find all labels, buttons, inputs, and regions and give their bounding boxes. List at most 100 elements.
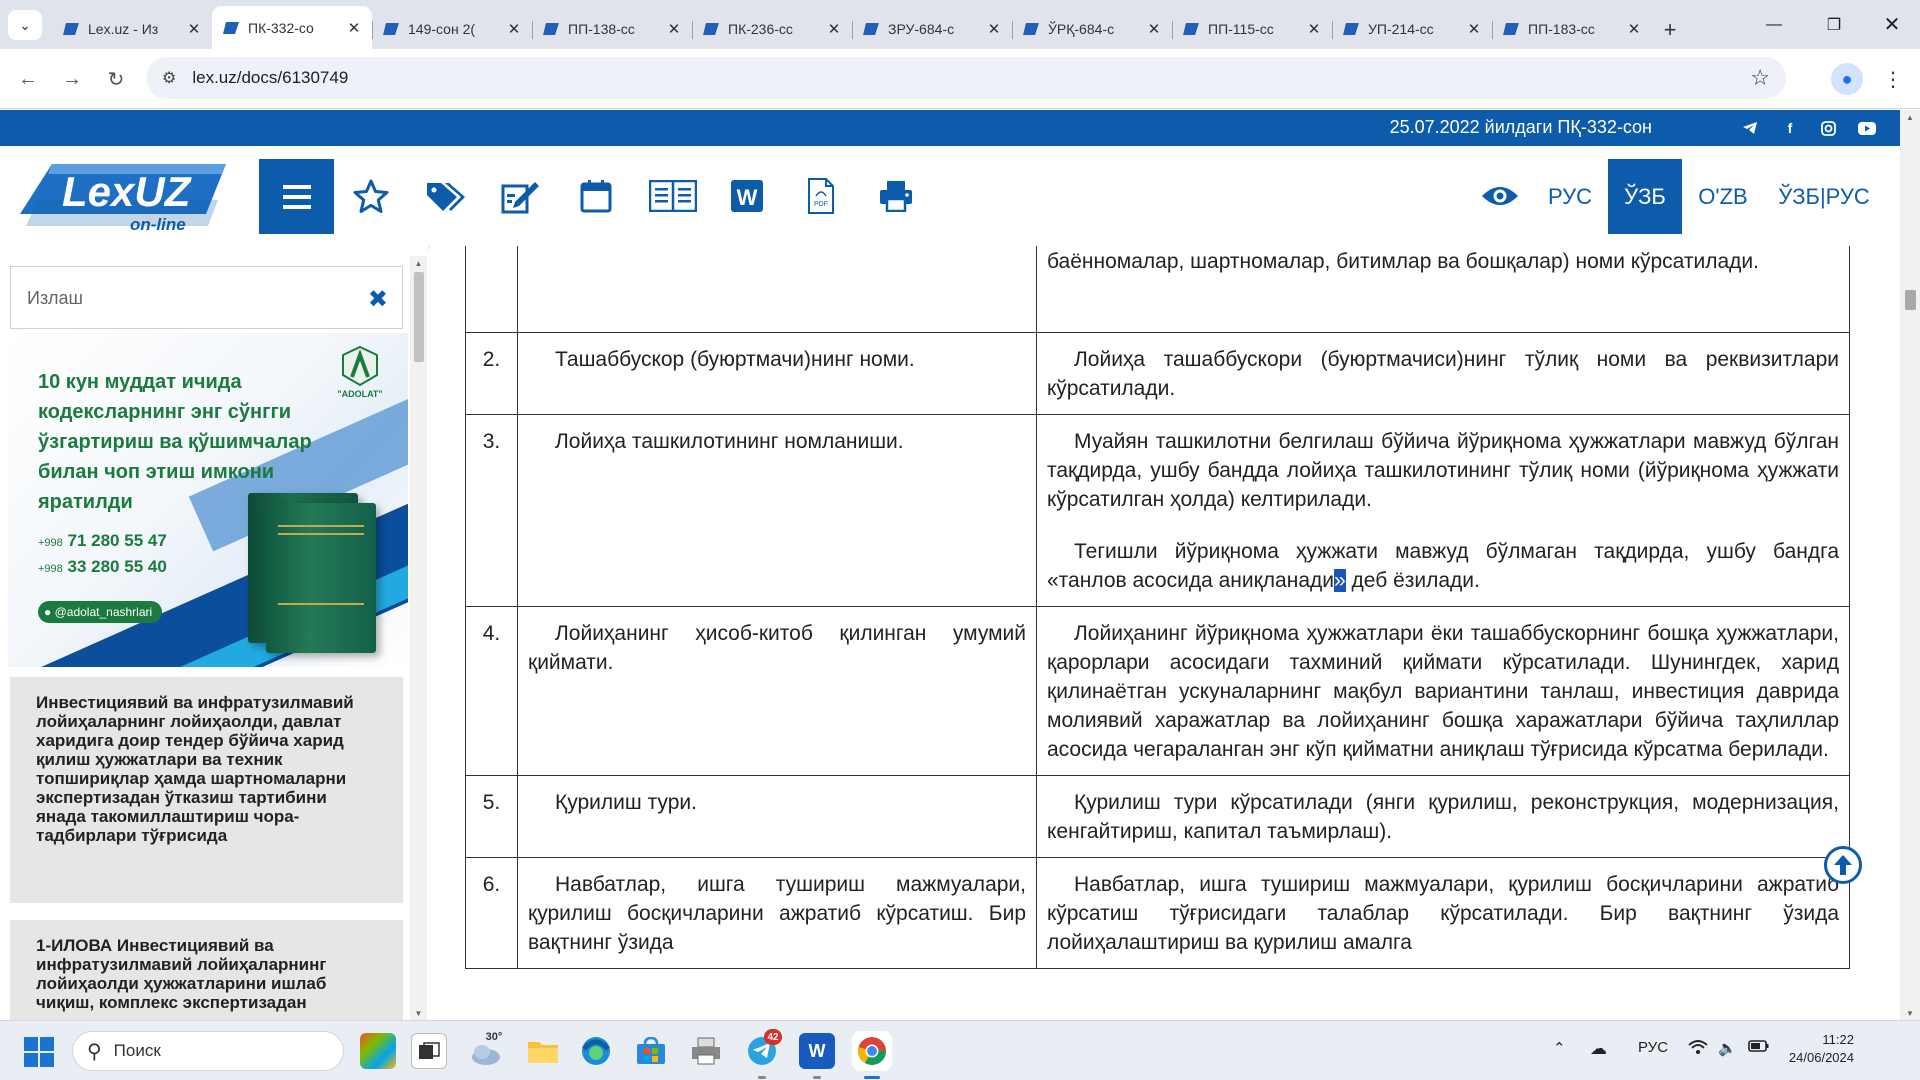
close-window-icon[interactable]: ✕ [1862,0,1920,49]
related-document-item[interactable]: Инвестициявий ва инфратузилмавий лойиҳал… [10,677,403,903]
new-tab-icon[interactable]: + [1652,12,1688,48]
weather-widget[interactable]: 30° [468,1031,504,1069]
print-icon[interactable] [873,173,919,219]
close-tab-icon[interactable]: ✕ [986,20,1002,38]
promo-banner[interactable]: 10 кун муддат ичида кодексларнинг энг сў… [8,333,408,667]
tab-title: ЎРҚ-684-с [1048,21,1115,37]
accessibility-eye-icon[interactable] [1478,173,1522,219]
related-document-item[interactable]: 1-ИЛОВА Инвестициявий ва инфратузилмавий… [10,920,403,1020]
minimize-icon[interactable]: — [1744,0,1804,49]
browser-tab[interactable]: ЎРҚ-684-с ✕ [1012,9,1172,49]
facebook-icon[interactable]: f [1780,118,1800,138]
page-scroll-down-icon[interactable]: ▼ [1900,1006,1920,1020]
page-scroll-up-icon[interactable]: ▲ [1900,110,1920,124]
compare-versions-icon[interactable] [648,173,698,219]
copilot-app-icon[interactable] [360,1033,396,1069]
language-option[interactable]: O'ZB [1682,159,1764,234]
browser-tab[interactable]: ПП-183-сс ✕ [1492,9,1652,49]
bookmark-star-icon[interactable]: ☆ [1750,65,1770,91]
clear-search-icon[interactable]: ✖ [368,285,388,314]
calendar-icon[interactable] [573,173,619,219]
chrome-app-icon[interactable] [852,1031,892,1071]
row-description: Қурилиш тури кўрсатилади (янги қурилиш, … [1036,774,1850,858]
close-tab-icon[interactable]: ✕ [826,20,842,38]
tab-title: ЗРУ-684-с [888,21,955,37]
row-item: Лойиҳа ташкилотининг номланиши. [517,413,1037,607]
youtube-icon[interactable] [1857,118,1877,138]
browser-tab[interactable]: ПП-115-сс ✕ [1172,9,1332,49]
tab-search-dropdown-icon[interactable]: ⌄ [8,10,42,40]
document-content: асос. ҳужжатларнинг (Ўзбекистон Республик… [430,246,1900,1020]
close-tab-icon[interactable]: ✕ [1466,20,1482,38]
back-icon[interactable]: ← [12,63,44,95]
document-reference: 25.07.2022 йилдаги ПҚ-332-сон [1389,117,1652,137]
language-option[interactable]: ЎЗБ [1608,159,1682,234]
reload-icon[interactable]: ↻ [100,63,132,95]
address-bar[interactable]: ⚙ lex.uz/docs/6130749 ☆ [146,57,1786,99]
taskbar-search[interactable]: ⚲ Поиск [72,1031,344,1071]
site-settings-icon[interactable]: ⚙ [162,68,176,88]
store-icon[interactable] [633,1033,669,1069]
file-explorer-icon[interactable] [525,1033,561,1069]
close-tab-icon[interactable]: ✕ [346,19,362,37]
telegram-icon[interactable] [1740,118,1760,138]
word-export-icon[interactable]: W [724,173,770,219]
word-app-icon[interactable]: W [799,1033,835,1069]
scroll-up-arrow-icon[interactable]: ▲ [410,256,427,270]
windows-start-icon[interactable] [24,1037,54,1067]
close-tab-icon[interactable]: ✕ [1146,20,1162,38]
page-scrollbar[interactable]: ▲ ▼ [1900,110,1920,1020]
input-language[interactable]: РУС [1638,1039,1668,1056]
language-option[interactable]: ЎЗБ|РУС [1770,159,1878,234]
scroll-down-arrow-icon[interactable]: ▼ [410,1006,427,1020]
profile-avatar-icon[interactable]: ● [1831,63,1863,95]
close-tab-icon[interactable]: ✕ [1306,20,1322,38]
battery-icon[interactable] [1748,1039,1770,1057]
instagram-icon[interactable] [1818,118,1838,138]
close-tab-icon[interactable]: ✕ [186,20,202,38]
page-scroll-thumb[interactable] [1905,290,1916,310]
browser-tab[interactable]: Lex.uz - Из ✕ [52,9,212,49]
restore-icon[interactable]: ❐ [1804,0,1864,49]
requirements-table: асос. ҳужжатларнинг (Ўзбекистон Республик… [465,246,1850,969]
sidebar-scroll-thumb[interactable] [414,272,424,362]
pdf-export-icon[interactable]: PDF [798,173,844,219]
browser-tab[interactable]: ПК-236-сс ✕ [692,9,852,49]
printer-app-icon[interactable] [688,1033,724,1069]
table-row: 4. Лойиҳанинг ҳисоб-китоб қилинган умумий… [465,605,1850,776]
sidebar-scrollbar[interactable]: ▲ ▼ [410,256,427,1020]
lexuz-logo[interactable]: LexUZ on-line [18,162,230,234]
edge-icon[interactable] [578,1033,614,1069]
telegram-app-icon[interactable]: 42 [744,1029,782,1069]
language-option[interactable]: РУС [1536,159,1604,234]
description-paragraph: Муайян ташкилотни белгилаш бўйича йўриқн… [1047,429,1839,511]
taskview-icon[interactable] [411,1033,447,1069]
tab-title: УП-214-сс [1368,21,1434,37]
taskbar-search-label: Поиск [113,1041,161,1060]
scroll-to-top-button[interactable] [1824,846,1862,884]
wifi-icon[interactable] [1688,1039,1708,1059]
promo-brand: "ADOLAT" [337,389,383,399]
close-tab-icon[interactable]: ✕ [1626,20,1642,38]
forward-icon[interactable]: → [56,63,88,95]
search-input[interactable] [27,283,357,313]
tags-icon[interactable] [423,173,469,219]
browser-tab[interactable]: ПП-138-сс ✕ [532,9,692,49]
browser-tab[interactable]: ПК-332-со ✕ [212,6,372,49]
browser-tab[interactable]: ЗРУ-684-с ✕ [852,9,1012,49]
close-tab-icon[interactable]: ✕ [506,20,522,38]
menu-hamburger-button[interactable] [259,159,334,234]
tray-overflow-icon[interactable]: ⌃ [1553,1039,1566,1057]
promo-phone-2: +998 33 280 55 40 [38,557,167,576]
browser-tab[interactable]: 149-сон 2(✕ [372,9,532,49]
url-text[interactable]: lex.uz/docs/6130749 [192,68,348,88]
volume-icon[interactable]: 🔈 [1718,1039,1737,1057]
browser-menu-icon[interactable]: ⋮ [1881,63,1905,95]
system-clock[interactable]: 11:22 24/06/2024 [1774,1031,1854,1067]
close-tab-icon[interactable]: ✕ [666,20,682,38]
network-cloud-icon[interactable]: ☁ [1590,1039,1607,1059]
sidebar-search: ✖ [10,266,403,329]
edit-document-icon[interactable] [498,173,544,219]
browser-tab[interactable]: УП-214-сс ✕ [1332,9,1492,49]
favorites-star-icon[interactable] [348,173,394,219]
